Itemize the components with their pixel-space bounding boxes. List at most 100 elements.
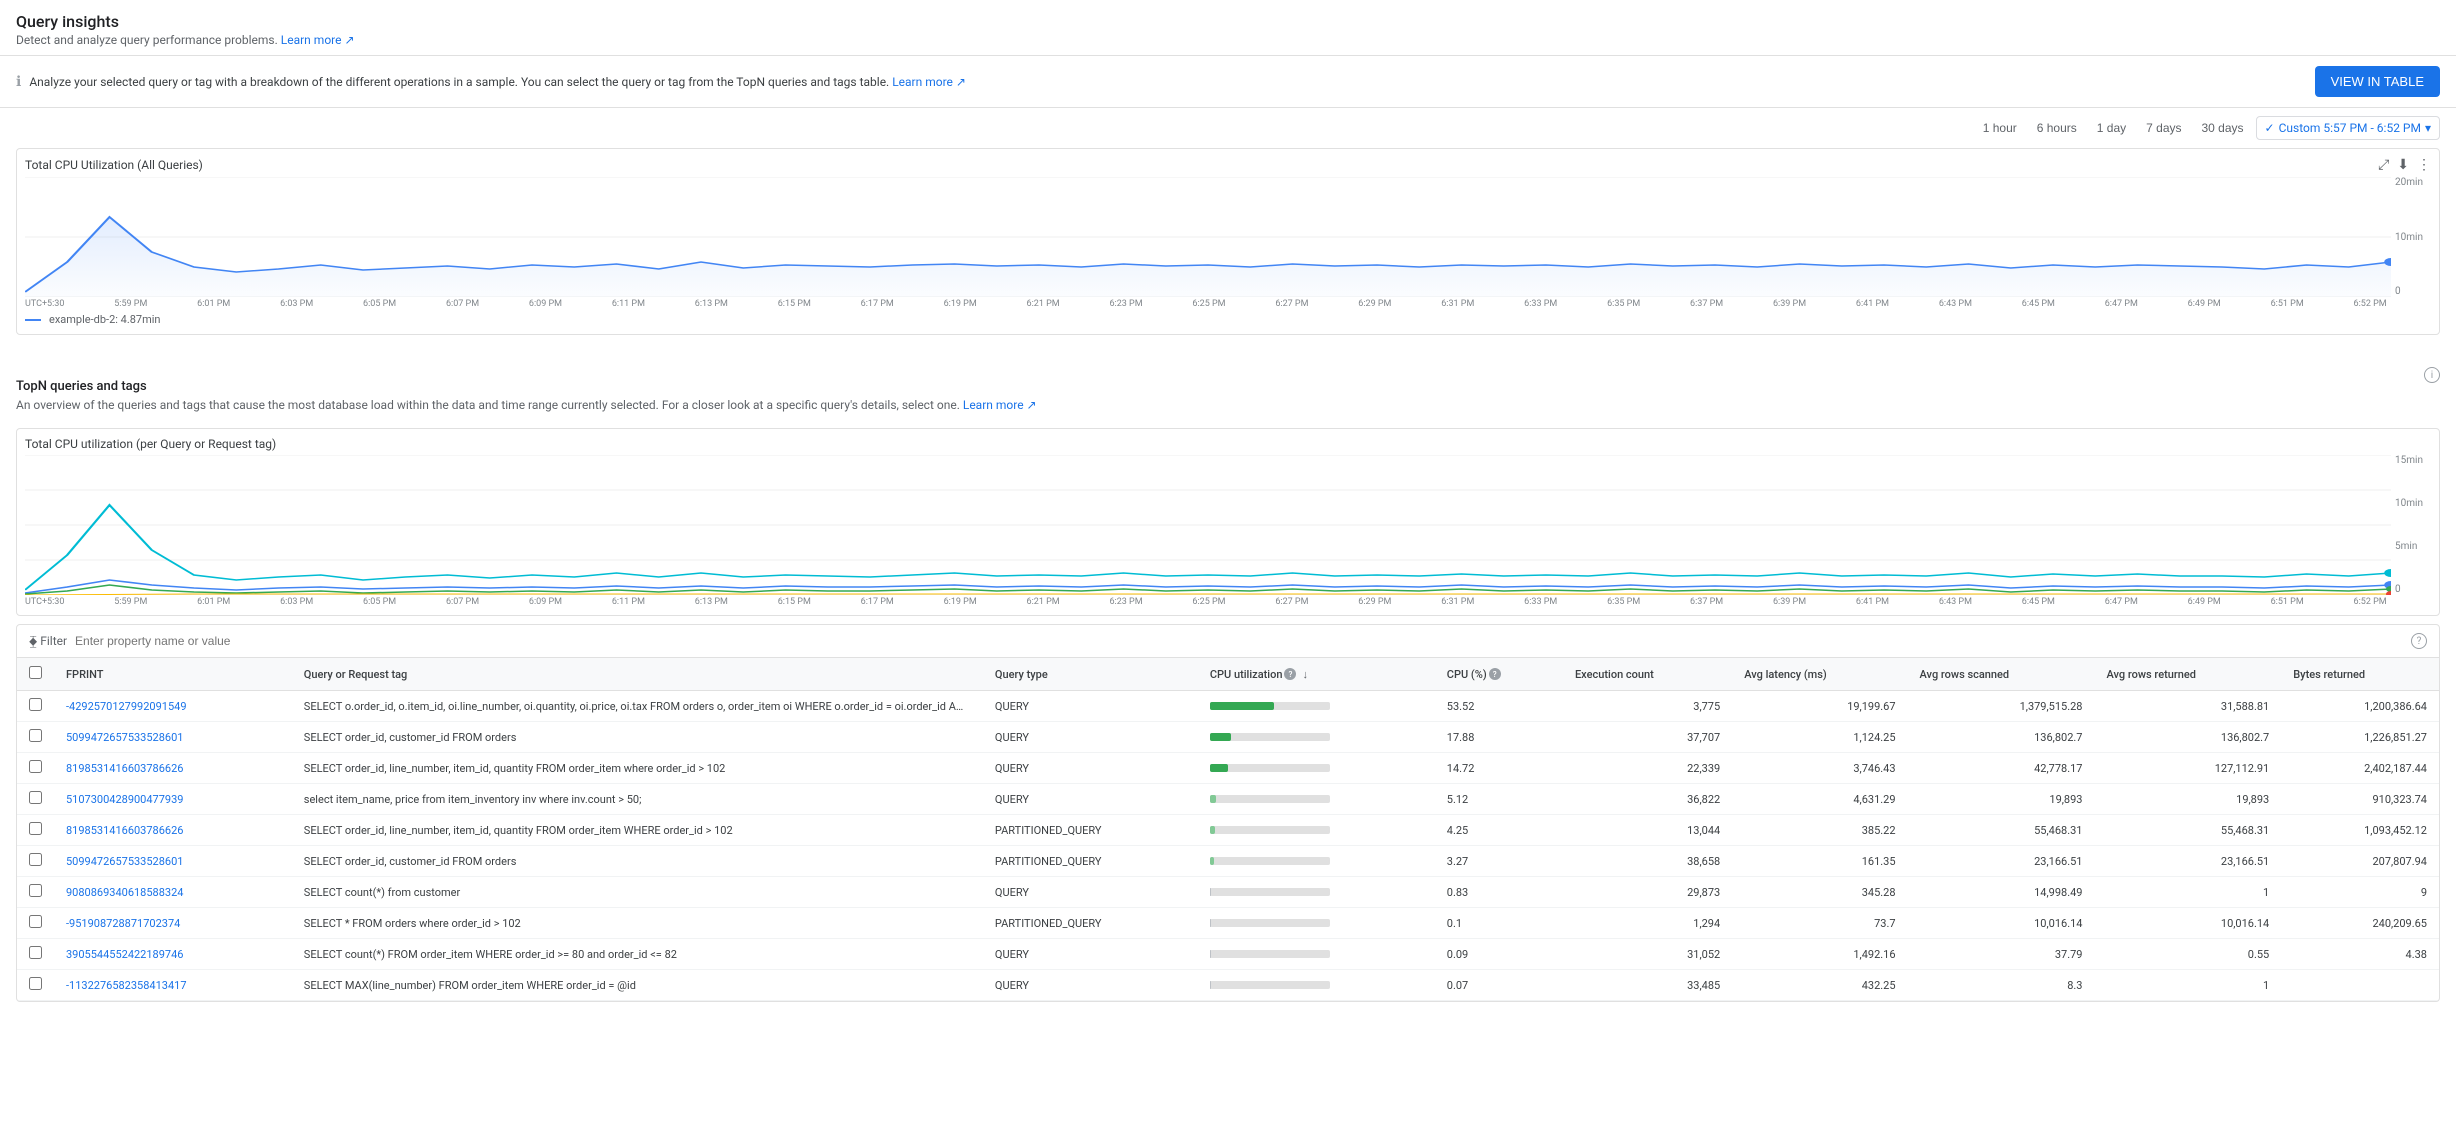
- query-type: PARTITIONED_QUERY: [995, 917, 1102, 930]
- dropdown-arrow-icon: ▾: [2425, 121, 2431, 135]
- table-row[interactable]: -1132276582358413417SELECT MAX(line_numb…: [17, 970, 2439, 1001]
- learn-more-link-2[interactable]: Learn more ↗: [892, 75, 966, 89]
- cpu-bar-fill: [1210, 826, 1215, 834]
- bytes-returned: 2,402,187.44: [2364, 762, 2427, 775]
- table-header: FPRINT Query or Request tag Query type C…: [17, 658, 2439, 691]
- row-checkbox[interactable]: [29, 729, 42, 742]
- avg-rows-returned: 0.55: [2248, 948, 2269, 961]
- fprint-link[interactable]: 3905544552422189746: [66, 948, 183, 961]
- bytes-returned: 1,093,452.12: [2364, 824, 2427, 837]
- custom-range-label: Custom 5:57 PM - 6:52 PM: [2279, 121, 2421, 135]
- table-row[interactable]: 5107300428900477939select item_name, pri…: [17, 784, 2439, 815]
- cpu-pct-value: 3.27: [1447, 855, 1468, 868]
- fprint-link[interactable]: 5099472657533528601: [66, 731, 183, 744]
- row-checkbox[interactable]: [29, 946, 42, 959]
- cpu-bar-bg: [1210, 826, 1330, 834]
- filter-help-icon[interactable]: ?: [2411, 633, 2427, 649]
- table-row[interactable]: 5099472657533528601SELECT order_id, cust…: [17, 722, 2439, 753]
- topn-title: TopN queries and tags: [16, 367, 1037, 398]
- avg-rows-scanned: 136,802.7: [2034, 731, 2082, 744]
- cpu-pct-value: 4.25: [1447, 824, 1468, 837]
- th-cpu-util: CPU utilization ? ↓: [1198, 658, 1435, 691]
- fprint-link[interactable]: 5099472657533528601: [66, 855, 183, 868]
- bytes-returned: 4.38: [2406, 948, 2427, 961]
- bytes-returned: 207,807.94: [2372, 855, 2427, 868]
- chart-header: Total CPU Utilization (All Queries) ⤢ ⬇ …: [25, 157, 2431, 173]
- cpu-bar: [1210, 795, 1330, 803]
- fprint-link[interactable]: -1132276582358413417: [66, 979, 187, 992]
- cpu-pct-value: 53.52: [1447, 700, 1475, 713]
- cpu-util-help-icon[interactable]: ?: [1284, 668, 1296, 680]
- info-icon: ℹ: [16, 74, 21, 90]
- bytes-returned: 910,323.74: [2372, 793, 2427, 806]
- th-fprint: FPRINT: [54, 658, 292, 691]
- row-checkbox[interactable]: [29, 884, 42, 897]
- time-range-bar: 1 hour 6 hours 1 day 7 days 30 days ✓ Cu…: [0, 108, 2456, 148]
- fprint-link[interactable]: 8198531416603786626: [66, 762, 183, 775]
- fprint-link[interactable]: -4292570127992091549: [66, 700, 187, 713]
- fprint-link[interactable]: -951908728871702374: [66, 917, 180, 930]
- fprint-link[interactable]: 9080869340618588324: [66, 886, 183, 899]
- info-banner: ℹ Analyze your selected query or tag wit…: [0, 56, 2456, 108]
- select-all-checkbox[interactable]: [29, 666, 42, 679]
- table-row[interactable]: 8198531416603786626SELECT order_id, line…: [17, 815, 2439, 846]
- view-in-table-button[interactable]: VIEW IN TABLE: [2315, 66, 2440, 97]
- row-checkbox[interactable]: [29, 698, 42, 711]
- table-row[interactable]: 8198531416603786626SELECT order_id, line…: [17, 753, 2439, 784]
- filter-label: ⧱ Filter: [29, 634, 67, 649]
- query-text: SELECT * FROM orders where order_id > 10…: [304, 917, 521, 930]
- avg-latency: 4,631.29: [1853, 793, 1895, 806]
- cpu-pct-value: 14.72: [1447, 762, 1475, 775]
- avg-rows-returned: 127,112.91: [2215, 762, 2270, 775]
- exec-count: 38,658: [1687, 855, 1720, 868]
- cpu-bar-fill: [1210, 857, 1214, 865]
- avg-rows-scanned: 14,998.49: [2034, 886, 2082, 899]
- row-checkbox[interactable]: [29, 822, 42, 835]
- y-label-top: 20min: [2395, 177, 2431, 188]
- avg-rows-returned: 10,016.14: [2221, 917, 2269, 930]
- table-row[interactable]: -951908728871702374 SELECT * FROM orders …: [17, 908, 2439, 939]
- chart-download-icon[interactable]: ⬇: [2397, 157, 2409, 173]
- cpu-pct-help-icon[interactable]: ?: [1489, 668, 1501, 680]
- row-checkbox[interactable]: [29, 977, 42, 990]
- time-range-6hours[interactable]: 6 hours: [2029, 117, 2085, 139]
- avg-rows-scanned: 19,893: [2049, 793, 2082, 806]
- learn-more-link-1[interactable]: Learn more ↗: [281, 33, 355, 47]
- th-cpu-pct: CPU (%) ?: [1435, 658, 1563, 691]
- fprint-link[interactable]: 8198531416603786626: [66, 824, 183, 837]
- row-checkbox[interactable]: [29, 760, 42, 773]
- table-row[interactable]: -4292570127992091549SELECT o.order_id, o…: [17, 691, 2439, 722]
- bytes-returned: 1,200,386.64: [2364, 700, 2427, 713]
- cpu-bar-fill: [1210, 764, 1228, 772]
- chart-more-icon[interactable]: ⋮: [2417, 157, 2431, 173]
- bytes-returned: 9: [2421, 886, 2427, 899]
- row-checkbox[interactable]: [29, 915, 42, 928]
- table-row[interactable]: 9080869340618588324SELECT count(*) from …: [17, 877, 2439, 908]
- table-row[interactable]: 5099472657533528601SELECT order_id, cust…: [17, 846, 2439, 877]
- cpu-bar: [1210, 702, 1330, 710]
- time-range-1day[interactable]: 1 day: [2089, 117, 2134, 139]
- cpu-util-sort-icon[interactable]: ↓: [1302, 668, 1308, 681]
- row-checkbox[interactable]: [29, 791, 42, 804]
- th-avg-rows-scanned: Avg rows scanned: [1908, 658, 2095, 691]
- th-avg-latency: Avg latency (ms): [1732, 658, 1907, 691]
- topn-x-axis: UTC+5:30 5:59 PM 6:01 PM 6:03 PM 6:05 PM…: [25, 595, 2431, 607]
- time-range-30days[interactable]: 30 days: [2194, 117, 2252, 139]
- exec-count: 31,052: [1687, 948, 1720, 961]
- time-range-1hour[interactable]: 1 hour: [1975, 117, 2025, 139]
- fprint-link[interactable]: 5107300428900477939: [66, 793, 183, 806]
- filter-input[interactable]: [75, 634, 2411, 648]
- topn-learn-more[interactable]: Learn more ↗: [963, 398, 1037, 412]
- topn-chart-y-axis: 15min 10min 5min 0: [2391, 455, 2431, 595]
- custom-range-selector[interactable]: ✓ Custom 5:57 PM - 6:52 PM ▾: [2256, 116, 2440, 140]
- time-range-7days[interactable]: 7 days: [2138, 117, 2189, 139]
- checkmark-icon: ✓: [2265, 121, 2275, 135]
- cpu-bar-fill: [1210, 888, 1211, 896]
- chart-expand-icon[interactable]: ⤢: [2378, 157, 2389, 173]
- table-row[interactable]: 3905544552422189746SELECT count(*) FROM …: [17, 939, 2439, 970]
- row-checkbox[interactable]: [29, 853, 42, 866]
- exec-count: 29,873: [1687, 886, 1720, 899]
- topn-title-group: TopN queries and tags An overview of the…: [16, 367, 1037, 420]
- cpu-chart-container: Total CPU Utilization (All Queries) ⤢ ⬇ …: [16, 148, 2440, 335]
- topn-info-icon[interactable]: i: [2424, 367, 2440, 383]
